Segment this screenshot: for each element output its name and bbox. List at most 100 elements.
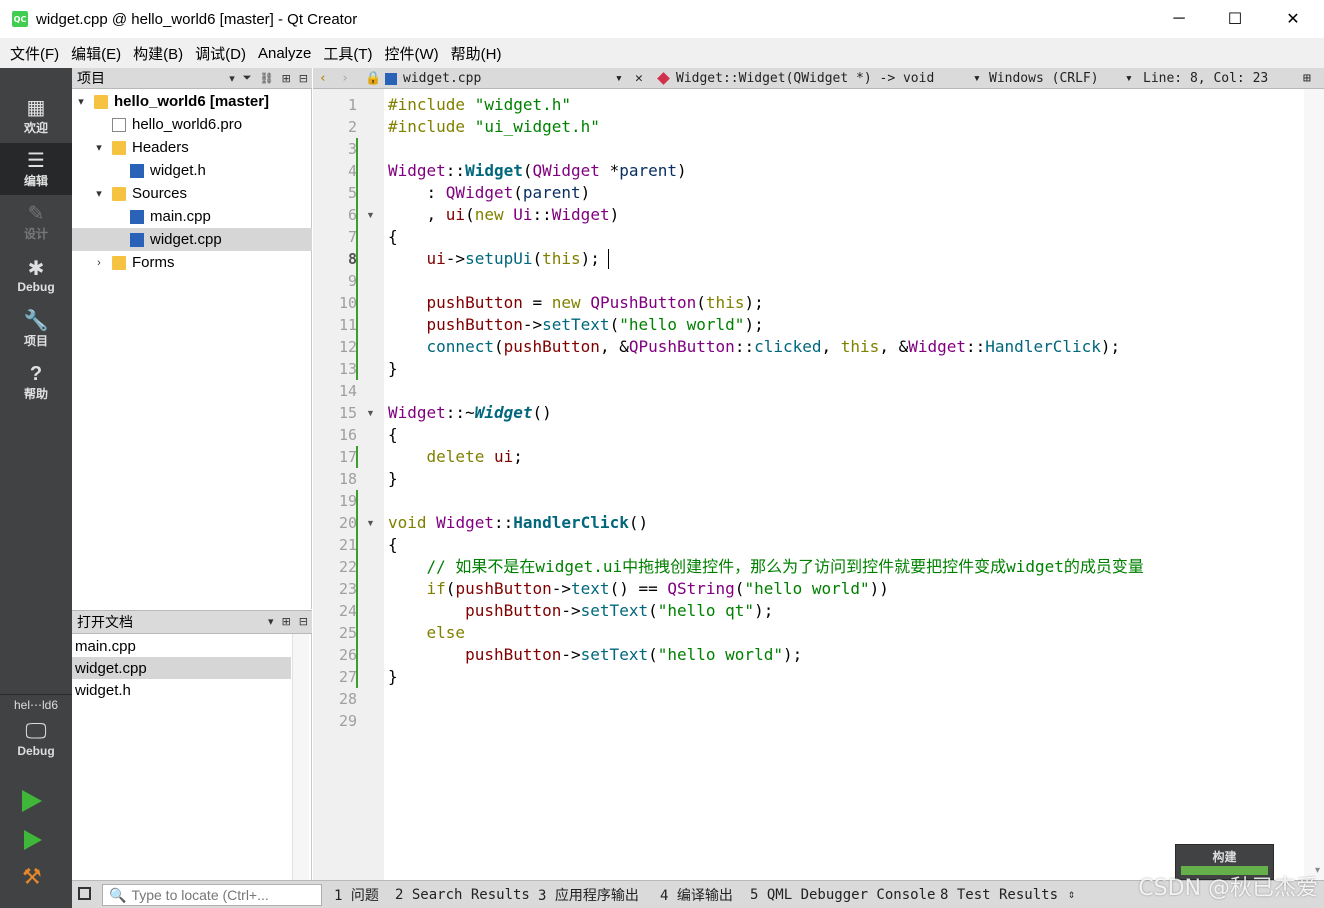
menu-item[interactable]: 调试(D) <box>189 43 252 64</box>
line-number: 12 <box>338 338 357 356</box>
file-selector[interactable]: widget.cpp <box>385 68 481 89</box>
dropdown-arrow-icon[interactable]: ▾ <box>268 615 274 628</box>
open-documents-header: 打开文档 ▾ ⊞ ⊟ <box>72 610 312 634</box>
mode-selector: ▦ 欢迎 ☰ 编辑 ✎ 设计 ✱ Debug 🔧 项目? 帮助 hel⋯ld6 🖵 Debug ⚒ <box>0 68 72 908</box>
output-tabs-more-icon[interactable]: ⇕ <box>1068 887 1075 901</box>
help-icon: ? <box>29 362 43 385</box>
mode-projects[interactable]: 🔧 项目 <box>0 303 72 355</box>
cpp-file-icon <box>385 72 397 85</box>
mode-help[interactable]: ? 帮助 <box>0 356 72 408</box>
open-document-item[interactable]: widget.h <box>72 679 291 701</box>
tree-item-label: main.cpp <box>150 208 211 225</box>
output-tab[interactable]: 1 问题 <box>334 881 379 908</box>
tree-item[interactable]: › Forms <box>72 251 312 274</box>
back-arrow-icon[interactable]: ‹ <box>319 68 327 89</box>
split-editor-icon[interactable]: ⊞ <box>1303 68 1311 89</box>
mode-welcome[interactable]: ▦ 欢迎 <box>0 90 72 142</box>
tree-item[interactable]: widget.h <box>72 159 312 182</box>
line-number: 24 <box>338 602 357 620</box>
tree-item[interactable]: ▾ Sources <box>72 182 312 205</box>
cpp-file-icon <box>130 232 144 247</box>
dropdown-arrow-icon[interactable]: ▾ <box>615 68 623 89</box>
line-endings-selector[interactable]: Windows (CRLF) <box>989 68 1099 89</box>
modified-lines-marker <box>356 490 358 688</box>
dropdown-arrow-icon[interactable]: ▾ <box>1125 68 1133 89</box>
fold-marker-icon[interactable]: ▼ <box>366 512 376 534</box>
maximize-button[interactable]: ☐ <box>1206 0 1264 38</box>
tree-item[interactable]: hello_world6.pro <box>72 113 312 136</box>
menu-item[interactable]: 工具(T) <box>317 43 378 64</box>
expand-arrow-icon[interactable]: ▾ <box>92 187 106 200</box>
debug-run-button[interactable] <box>24 830 42 850</box>
editor-scrollbar[interactable] <box>1304 89 1324 880</box>
menu-item[interactable]: 控件(W) <box>379 43 445 64</box>
open-document-item[interactable]: widget.cpp <box>72 657 291 679</box>
mode-design[interactable]: ✎ 设计 <box>0 196 72 248</box>
current-symbol: Widget::Widget(QWidget *) -> void <box>676 71 935 86</box>
mode-edit[interactable]: ☰ 编辑 <box>0 143 72 195</box>
dropdown-arrow-icon[interactable]: ▾ <box>973 68 981 89</box>
output-tab[interactable]: 2 Search Results <box>395 881 530 908</box>
close-document-icon[interactable]: ✕ <box>635 68 643 89</box>
menu-item[interactable]: 构建(B) <box>127 43 189 64</box>
code-line: // 如果不是在widget.ui中拖拽创建控件，那么为了访问到控件就要把控件变… <box>426 557 1144 576</box>
menu-item[interactable]: 编辑(E) <box>65 43 127 64</box>
split-icon[interactable]: ⊞ <box>282 72 291 85</box>
kit-selector-button[interactable]: 🖵 Debug <box>0 718 72 774</box>
dropdown-arrow-icon[interactable]: ▾ <box>229 72 235 85</box>
open-documents-scrollbar[interactable] <box>292 634 309 880</box>
code-line: pushButton->setText("hello world"); <box>426 315 764 334</box>
tree-item[interactable]: main.cpp <box>72 205 312 228</box>
folder-icon <box>112 186 126 201</box>
project-tree: ▾ hello_world6 [master] hello_world6.pro ▾ H… <box>72 89 312 609</box>
bug-icon: ✱ <box>27 258 45 280</box>
code-editor[interactable]: 1 2 3 4 5 6 ▼ 7 8 9 10 11 12 13 14 15 ▼ 16 17 18 19 20 ▼ 21 22 23… <box>313 89 1324 880</box>
fold-marker-icon[interactable]: ▼ <box>366 402 376 424</box>
code-line: { <box>388 425 398 444</box>
close-pane-icon[interactable]: ⊟ <box>299 615 308 628</box>
run-button[interactable] <box>22 790 42 812</box>
tree-item[interactable]: widget.cpp <box>72 228 312 251</box>
line-number: 11 <box>338 316 357 334</box>
toggle-sidebar-icon[interactable] <box>78 887 91 900</box>
code-line: } <box>388 667 398 686</box>
line-number: 8 <box>347 250 357 268</box>
forward-arrow-icon[interactable]: › <box>341 68 349 89</box>
tree-item-label: widget.h <box>150 162 206 179</box>
modified-lines-marker <box>356 446 358 468</box>
close-window-button[interactable]: ✕ <box>1264 0 1322 38</box>
expand-arrow-icon[interactable]: ▾ <box>74 95 88 108</box>
symbol-selector[interactable]: Widget::Widget(QWidget *) -> void <box>657 68 935 89</box>
folder-icon <box>94 94 108 109</box>
mode-debug[interactable]: ✱ Debug <box>0 250 72 302</box>
link-icon[interactable]: ⛓ <box>260 72 274 85</box>
code-line: #include "widget.h" <box>388 95 572 114</box>
locator-input[interactable]: 🔍 Type to locate (Ctrl+... <box>102 884 322 906</box>
output-tab[interactable]: 5 QML Debugger Console <box>750 881 935 908</box>
output-tab[interactable]: 3 应用程序输出 <box>538 881 639 908</box>
tree-item[interactable]: ▾ Headers <box>72 136 312 159</box>
qt-creator-icon: QC <box>12 11 28 27</box>
code-line: Widget::~Widget() <box>388 403 552 422</box>
close-pane-icon[interactable]: ⊟ <box>299 72 308 85</box>
menu-item[interactable]: 文件(F) <box>4 43 65 64</box>
expand-arrow-icon[interactable]: ▾ <box>92 141 106 154</box>
title-bar: QC widget.cpp @ hello_world6 [master] - … <box>0 0 1324 38</box>
filter-icon[interactable]: ⏷ <box>243 72 252 85</box>
project-pane-title[interactable]: 项目 <box>77 68 105 88</box>
split-icon[interactable]: ⊞ <box>282 615 291 628</box>
output-tab[interactable]: 4 编译输出 <box>660 881 733 908</box>
build-hammer-button[interactable]: ⚒ <box>22 864 42 890</box>
open-document-item[interactable]: main.cpp <box>72 635 291 657</box>
tree-item[interactable]: ▾ hello_world6 [master] <box>72 90 312 113</box>
menu-item[interactable]: 帮助(H) <box>445 43 508 64</box>
tree-item-label: Headers <box>132 139 189 156</box>
cursor-position[interactable]: Line: 8, Col: 23 <box>1143 68 1268 89</box>
output-tab[interactable]: 8 Test Results <box>940 881 1058 908</box>
open-documents-title[interactable]: 打开文档 <box>77 612 133 632</box>
expand-arrow-icon[interactable]: › <box>92 257 106 269</box>
menu-item[interactable]: Analyze <box>252 45 317 62</box>
fold-marker-icon[interactable]: ▼ <box>366 204 376 226</box>
cpp-file-icon <box>130 209 144 224</box>
minimize-button[interactable]: ─ <box>1150 0 1208 38</box>
